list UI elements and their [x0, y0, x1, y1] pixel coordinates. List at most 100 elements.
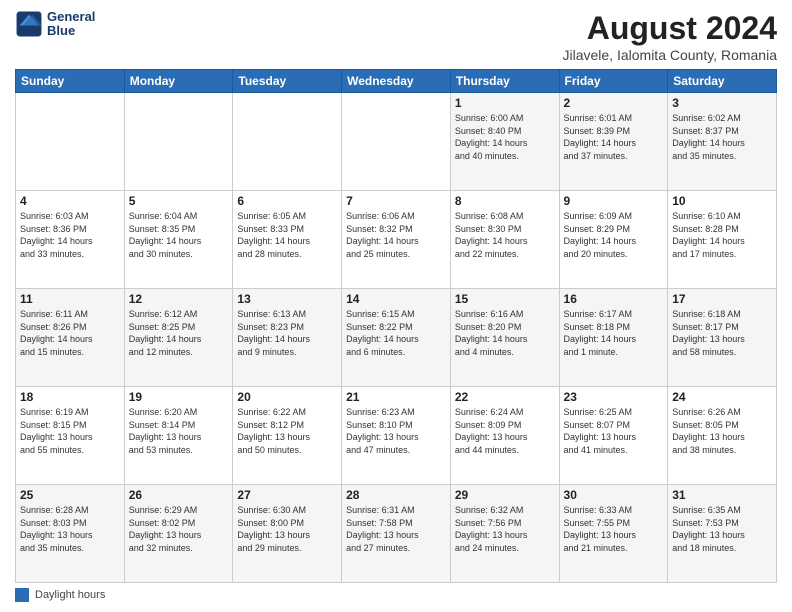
day-number-26: 26 — [129, 488, 229, 502]
day-number-8: 8 — [455, 194, 555, 208]
day-info-19: Sunrise: 6:20 AM Sunset: 8:14 PM Dayligh… — [129, 406, 229, 456]
calendar-cell-3-6: 24Sunrise: 6:26 AM Sunset: 8:05 PM Dayli… — [668, 387, 777, 485]
calendar-cell-1-5: 9 Sunrise: 6:09 AM Sunset: 8:29 PM Daylig… — [559, 191, 668, 289]
week-row-4: 25Sunrise: 6:28 AM Sunset: 8:03 PM Dayli… — [16, 485, 777, 583]
calendar-cell-4-6: 31 Sunrise: 6:35 AM Sunset: 7:53 PM Dayli… — [668, 485, 777, 583]
day-number-14: 14 — [346, 292, 446, 306]
calendar-cell-4-1: 26 Sunrise: 6:29 AM Sunset: 8:02 PM Dayli… — [124, 485, 233, 583]
day-info-7: Sunrise: 6:06 AM Sunset: 8:32 PM Dayligh… — [346, 210, 446, 260]
day-info-29: Sunrise: 6:32 AM Sunset: 7:56 PM Dayligh… — [455, 504, 555, 554]
day-info-20: Sunrise: 6:22 AM Sunset: 8:12 PM Dayligh… — [237, 406, 337, 456]
calendar-cell-4-5: 30 Sunrise: 6:33 AM Sunset: 7:55 PM Dayli… — [559, 485, 668, 583]
day-info-10: Sunrise: 6:10 AM Sunset: 8:28 PM Dayligh… — [672, 210, 772, 260]
calendar-header: Sunday Monday Tuesday Wednesday Thursday… — [16, 70, 777, 93]
calendar-cell-3-0: 18 Sunrise: 6:19 AM Sunset: 8:15 PM Dayli… — [16, 387, 125, 485]
calendar-cell-0-1 — [124, 93, 233, 191]
day-number-20: 20 — [237, 390, 337, 404]
col-saturday: Saturday — [668, 70, 777, 93]
col-wednesday: Wednesday — [342, 70, 451, 93]
calendar-cell-1-2: 6 Sunrise: 6:05 AM Sunset: 8:33 PM Daylig… — [233, 191, 342, 289]
day-number-13: 13 — [237, 292, 337, 306]
logo-line1: General — [47, 10, 95, 24]
header: General Blue August 2024 Jilavele, Ialom… — [15, 10, 777, 63]
calendar-cell-1-0: 4Sunrise: 6:03 AM Sunset: 8:36 PM Daylig… — [16, 191, 125, 289]
col-thursday: Thursday — [450, 70, 559, 93]
calendar-cell-4-3: 28 Sunrise: 6:31 AM Sunset: 7:58 PM Dayli… — [342, 485, 451, 583]
day-info-30: Sunrise: 6:33 AM Sunset: 7:55 PM Dayligh… — [564, 504, 664, 554]
page: General Blue August 2024 Jilavele, Ialom… — [0, 0, 792, 612]
col-monday: Monday — [124, 70, 233, 93]
day-number-31: 31 — [672, 488, 772, 502]
day-number-29: 29 — [455, 488, 555, 502]
calendar-cell-0-6: 3Sunrise: 6:02 AM Sunset: 8:37 PM Daylig… — [668, 93, 777, 191]
calendar-cell-3-5: 23 Sunrise: 6:25 AM Sunset: 8:07 PM Dayli… — [559, 387, 668, 485]
calendar-cell-1-6: 10 Sunrise: 6:10 AM Sunset: 8:28 PM Dayli… — [668, 191, 777, 289]
calendar-table: Sunday Monday Tuesday Wednesday Thursday… — [15, 69, 777, 583]
day-number-23: 23 — [564, 390, 664, 404]
day-number-27: 27 — [237, 488, 337, 502]
day-number-1: 1 — [455, 96, 555, 110]
week-row-1: 4Sunrise: 6:03 AM Sunset: 8:36 PM Daylig… — [16, 191, 777, 289]
logo-line2: Blue — [47, 24, 95, 38]
day-info-25: Sunrise: 6:28 AM Sunset: 8:03 PM Dayligh… — [20, 504, 120, 554]
day-number-10: 10 — [672, 194, 772, 208]
calendar-cell-2-3: 14 Sunrise: 6:15 AM Sunset: 8:22 PM Dayli… — [342, 289, 451, 387]
col-tuesday: Tuesday — [233, 70, 342, 93]
calendar-cell-4-2: 27 Sunrise: 6:30 AM Sunset: 8:00 PM Dayli… — [233, 485, 342, 583]
day-info-5: Sunrise: 6:04 AM Sunset: 8:35 PM Dayligh… — [129, 210, 229, 260]
calendar-cell-2-0: 11Sunrise: 6:11 AM Sunset: 8:26 PM Dayli… — [16, 289, 125, 387]
day-info-22: Sunrise: 6:24 AM Sunset: 8:09 PM Dayligh… — [455, 406, 555, 456]
day-number-16: 16 — [564, 292, 664, 306]
day-number-18: 18 — [20, 390, 120, 404]
day-number-30: 30 — [564, 488, 664, 502]
legend: Daylight hours — [15, 588, 777, 602]
day-info-21: Sunrise: 6:23 AM Sunset: 8:10 PM Dayligh… — [346, 406, 446, 456]
calendar-cell-0-0 — [16, 93, 125, 191]
calendar-cell-3-3: 21Sunrise: 6:23 AM Sunset: 8:10 PM Dayli… — [342, 387, 451, 485]
day-info-27: Sunrise: 6:30 AM Sunset: 8:00 PM Dayligh… — [237, 504, 337, 554]
calendar-cell-1-1: 5 Sunrise: 6:04 AM Sunset: 8:35 PM Daylig… — [124, 191, 233, 289]
day-number-12: 12 — [129, 292, 229, 306]
calendar-cell-4-4: 29 Sunrise: 6:32 AM Sunset: 7:56 PM Dayli… — [450, 485, 559, 583]
calendar-cell-2-5: 16 Sunrise: 6:17 AM Sunset: 8:18 PM Dayli… — [559, 289, 668, 387]
day-number-5: 5 — [129, 194, 229, 208]
day-info-26: Sunrise: 6:29 AM Sunset: 8:02 PM Dayligh… — [129, 504, 229, 554]
day-number-28: 28 — [346, 488, 446, 502]
calendar-cell-2-1: 12Sunrise: 6:12 AM Sunset: 8:25 PM Dayli… — [124, 289, 233, 387]
day-number-4: 4 — [20, 194, 120, 208]
page-title: August 2024 — [562, 10, 777, 47]
calendar-cell-1-4: 8 Sunrise: 6:08 AM Sunset: 8:30 PM Daylig… — [450, 191, 559, 289]
day-info-23: Sunrise: 6:25 AM Sunset: 8:07 PM Dayligh… — [564, 406, 664, 456]
day-info-31: Sunrise: 6:35 AM Sunset: 7:53 PM Dayligh… — [672, 504, 772, 554]
legend-color-box — [15, 588, 29, 602]
day-info-28: Sunrise: 6:31 AM Sunset: 7:58 PM Dayligh… — [346, 504, 446, 554]
calendar-cell-0-5: 2Sunrise: 6:01 AM Sunset: 8:39 PM Daylig… — [559, 93, 668, 191]
title-block: August 2024 Jilavele, Ialomita County, R… — [562, 10, 777, 63]
calendar-cell-3-1: 19 Sunrise: 6:20 AM Sunset: 8:14 PM Dayli… — [124, 387, 233, 485]
day-info-18: Sunrise: 6:19 AM Sunset: 8:15 PM Dayligh… — [20, 406, 120, 456]
day-info-24: Sunrise: 6:26 AM Sunset: 8:05 PM Dayligh… — [672, 406, 772, 456]
day-number-19: 19 — [129, 390, 229, 404]
day-number-6: 6 — [237, 194, 337, 208]
calendar-cell-1-3: 7Sunrise: 6:06 AM Sunset: 8:32 PM Daylig… — [342, 191, 451, 289]
day-number-9: 9 — [564, 194, 664, 208]
day-info-6: Sunrise: 6:05 AM Sunset: 8:33 PM Dayligh… — [237, 210, 337, 260]
day-number-22: 22 — [455, 390, 555, 404]
week-row-3: 18 Sunrise: 6:19 AM Sunset: 8:15 PM Dayli… — [16, 387, 777, 485]
day-info-11: Sunrise: 6:11 AM Sunset: 8:26 PM Dayligh… — [20, 308, 120, 358]
calendar-cell-0-3 — [342, 93, 451, 191]
day-number-2: 2 — [564, 96, 664, 110]
day-info-15: Sunrise: 6:16 AM Sunset: 8:20 PM Dayligh… — [455, 308, 555, 358]
header-row: Sunday Monday Tuesday Wednesday Thursday… — [16, 70, 777, 93]
day-info-8: Sunrise: 6:08 AM Sunset: 8:30 PM Dayligh… — [455, 210, 555, 260]
day-info-16: Sunrise: 6:17 AM Sunset: 8:18 PM Dayligh… — [564, 308, 664, 358]
day-info-14: Sunrise: 6:15 AM Sunset: 8:22 PM Dayligh… — [346, 308, 446, 358]
logo-text: General Blue — [47, 10, 95, 39]
day-info-3: Sunrise: 6:02 AM Sunset: 8:37 PM Dayligh… — [672, 112, 772, 162]
calendar-cell-0-2 — [233, 93, 342, 191]
day-info-1: Sunrise: 6:00 AM Sunset: 8:40 PM Dayligh… — [455, 112, 555, 162]
week-row-2: 11Sunrise: 6:11 AM Sunset: 8:26 PM Dayli… — [16, 289, 777, 387]
calendar-cell-3-2: 20 Sunrise: 6:22 AM Sunset: 8:12 PM Dayli… — [233, 387, 342, 485]
logo: General Blue — [15, 10, 95, 39]
day-info-9: Sunrise: 6:09 AM Sunset: 8:29 PM Dayligh… — [564, 210, 664, 260]
